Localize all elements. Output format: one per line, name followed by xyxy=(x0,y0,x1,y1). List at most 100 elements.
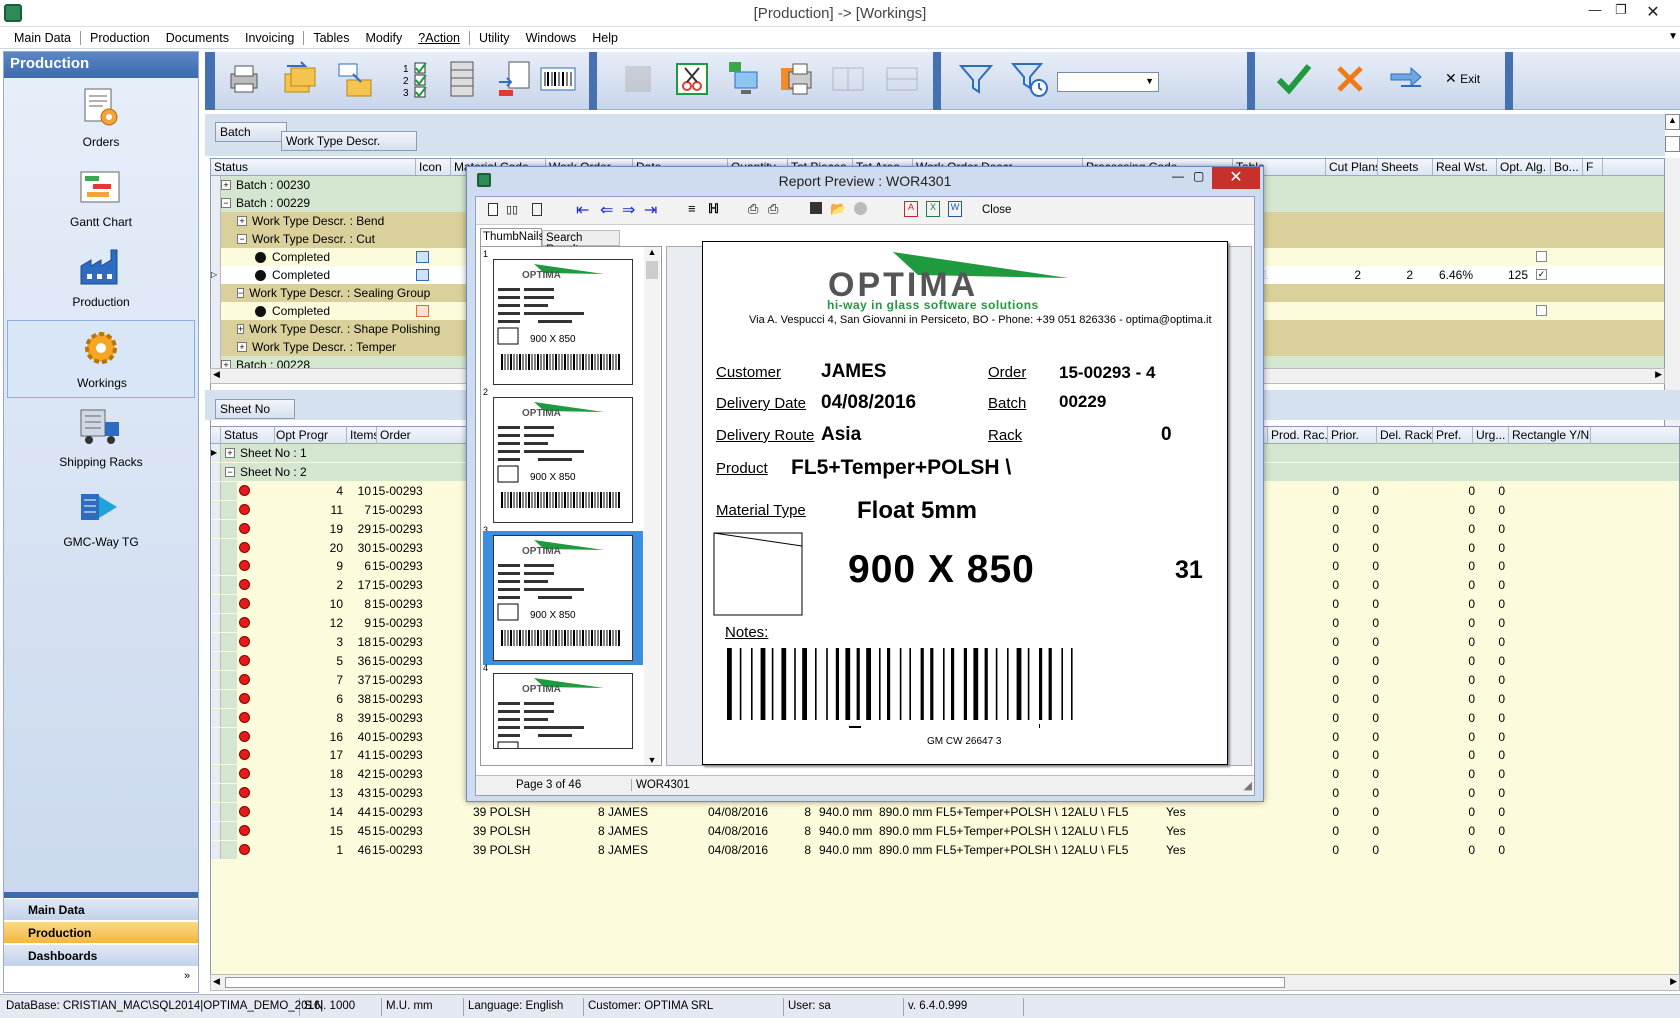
move-folder-icon[interactable] xyxy=(335,60,373,98)
row-selector[interactable] xyxy=(211,338,221,356)
row-checkbox[interactable]: ✓ xyxy=(1536,269,1547,280)
data-row[interactable]: 14 44 15-00293 39 POLSH 8 JAMES 04/08/2016 8 94… xyxy=(211,803,1679,822)
filter-icon[interactable] xyxy=(957,60,995,98)
expand-toggle-icon[interactable]: − xyxy=(237,234,247,244)
bottom-col-header[interactable]: Items xyxy=(347,427,377,444)
find-icon[interactable]: ℍ xyxy=(708,201,719,217)
hscroll-left-icon[interactable]: ◀ xyxy=(213,976,220,987)
row-selector[interactable] xyxy=(211,822,221,840)
row-selector[interactable] xyxy=(211,212,221,230)
group-by-work-type[interactable]: Work Type Descr. xyxy=(281,131,417,151)
menu-utility[interactable]: Utility xyxy=(471,28,518,48)
close-preview-button[interactable]: Close xyxy=(982,204,1011,216)
top-col-header[interactable]: Sheets xyxy=(1378,159,1433,175)
thumbnails-scrollbar[interactable]: ▲ ▼ xyxy=(644,247,660,765)
row-selector[interactable] xyxy=(211,765,221,784)
row-selector[interactable] xyxy=(211,284,221,302)
layout-2-icon[interactable] xyxy=(883,60,921,98)
maximize-button[interactable]: ❐ xyxy=(1608,2,1634,22)
scroll-up-button[interactable]: ▲ xyxy=(1665,114,1680,130)
bottom-col-header[interactable]: Pref. xyxy=(1433,427,1473,444)
row-selector[interactable] xyxy=(211,595,221,614)
row-selector[interactable] xyxy=(211,481,221,500)
refresh-arrows-icon[interactable] xyxy=(1387,60,1425,98)
word-export-icon[interactable]: W xyxy=(948,201,962,217)
print-icon[interactable]: ⎙ xyxy=(748,201,758,217)
menu-action[interactable]: ?Action xyxy=(410,28,468,48)
bottom-col-header[interactable]: Status xyxy=(221,427,275,444)
print-setup-icon[interactable] xyxy=(777,60,815,98)
row-selector[interactable] xyxy=(211,708,221,727)
row-selector[interactable] xyxy=(211,462,221,481)
confirm-check-icon[interactable] xyxy=(1275,60,1313,98)
puzzle-icon[interactable] xyxy=(619,60,657,98)
menu-documents[interactable]: Documents xyxy=(158,28,237,48)
scroll-up-icon[interactable]: ▲ xyxy=(644,247,660,257)
next-page-icon[interactable]: ⇒ xyxy=(622,200,635,220)
row-selector[interactable] xyxy=(211,727,221,746)
row-selector[interactable]: ▶ xyxy=(211,444,221,462)
row-selector[interactable] xyxy=(211,840,221,859)
bottom-hscroll[interactable]: ◀ ▶ xyxy=(210,974,1680,991)
row-selector[interactable] xyxy=(211,784,221,803)
row-selector[interactable] xyxy=(211,576,221,595)
top-col-header[interactable]: Status xyxy=(211,159,416,175)
expand-toggle-icon[interactable]: − xyxy=(225,466,235,477)
row-selector[interactable] xyxy=(211,803,221,822)
nav-production-section[interactable]: Production xyxy=(4,921,198,943)
top-col-header[interactable]: Real Wst. xyxy=(1433,159,1497,175)
row-selector[interactable] xyxy=(211,633,221,651)
top-col-header[interactable]: Opt. Alg. xyxy=(1497,159,1551,175)
scroll-down-icon[interactable]: ▼ xyxy=(644,755,660,765)
bottom-col-header[interactable] xyxy=(211,427,221,444)
minimize-button[interactable]: — xyxy=(1582,2,1608,22)
expand-toggle-icon[interactable]: − xyxy=(237,288,245,298)
row-selector[interactable] xyxy=(211,670,221,689)
row-selector[interactable] xyxy=(211,230,221,248)
numbered-checklist-icon[interactable]: 123 xyxy=(399,60,437,98)
two-page-icon[interactable]: ▯▯ xyxy=(506,203,518,216)
row-selector[interactable]: ▷ xyxy=(211,266,221,284)
bottom-col-header[interactable]: Opt Progr xyxy=(273,427,347,444)
nav-gantt-chart[interactable]: Gantt Chart xyxy=(7,160,195,238)
menu-modify[interactable]: Modify xyxy=(357,28,410,48)
pdf-export-icon[interactable]: A xyxy=(904,201,918,217)
menu-invoicing[interactable]: Invoicing xyxy=(237,28,302,48)
data-row[interactable]: 15 45 15-00293 39 POLSH 8 JAMES 04/08/2016 8 94… xyxy=(211,822,1679,840)
filter-clock-icon[interactable] xyxy=(1011,60,1049,98)
quick-print-icon[interactable]: ⎙ xyxy=(768,201,778,217)
work-icon[interactable] xyxy=(416,269,429,281)
hscroll-thumb[interactable] xyxy=(225,977,1285,988)
row-checkbox[interactable] xyxy=(1536,251,1547,262)
menu-help[interactable]: Help xyxy=(584,28,626,48)
expand-toggle-icon[interactable]: + xyxy=(225,448,235,458)
row-selector[interactable] xyxy=(211,176,221,194)
data-row[interactable]: 1 46 15-00293 39 POLSH 8 JAMES 04/08/2016 8 940… xyxy=(211,840,1679,859)
close-button[interactable]: ✕ xyxy=(1640,2,1666,22)
nav-shipping-racks[interactable]: Shipping Racks xyxy=(7,400,195,478)
expand-toggle-icon[interactable]: + xyxy=(237,324,245,334)
bottom-col-header[interactable]: Order xyxy=(377,427,467,444)
top-col-header[interactable]: F xyxy=(1583,159,1603,175)
dialog-close-button[interactable]: ✕ xyxy=(1212,167,1260,189)
top-col-header[interactable]: Icon xyxy=(416,159,451,175)
nav-production[interactable]: Production xyxy=(7,240,195,318)
save-icon[interactable] xyxy=(810,202,822,214)
excel-export-icon[interactable]: X xyxy=(926,201,940,217)
page-width-icon[interactable] xyxy=(532,203,542,216)
bottom-col-header[interactable]: Prod. Rac... xyxy=(1268,427,1328,444)
scroll-top-button[interactable] xyxy=(1665,136,1680,152)
nav-workings[interactable]: Workings xyxy=(7,320,195,398)
row-selector[interactable] xyxy=(211,614,221,633)
expand-toggle-icon[interactable]: + xyxy=(237,342,247,352)
barcode-icon[interactable] xyxy=(539,60,577,98)
row-checkbox[interactable] xyxy=(1536,305,1547,316)
row-selector[interactable] xyxy=(211,320,221,338)
menu-tables[interactable]: Tables xyxy=(305,28,357,48)
single-page-icon[interactable] xyxy=(488,203,498,216)
dialog-maximize-button[interactable]: ▢ xyxy=(1193,169,1204,183)
nav-dashboards[interactable]: Dashboards xyxy=(4,944,198,966)
last-page-icon[interactable]: ⇥ xyxy=(644,200,657,220)
nav-main-data[interactable]: Main Data xyxy=(4,898,198,920)
row-selector[interactable] xyxy=(211,248,221,266)
